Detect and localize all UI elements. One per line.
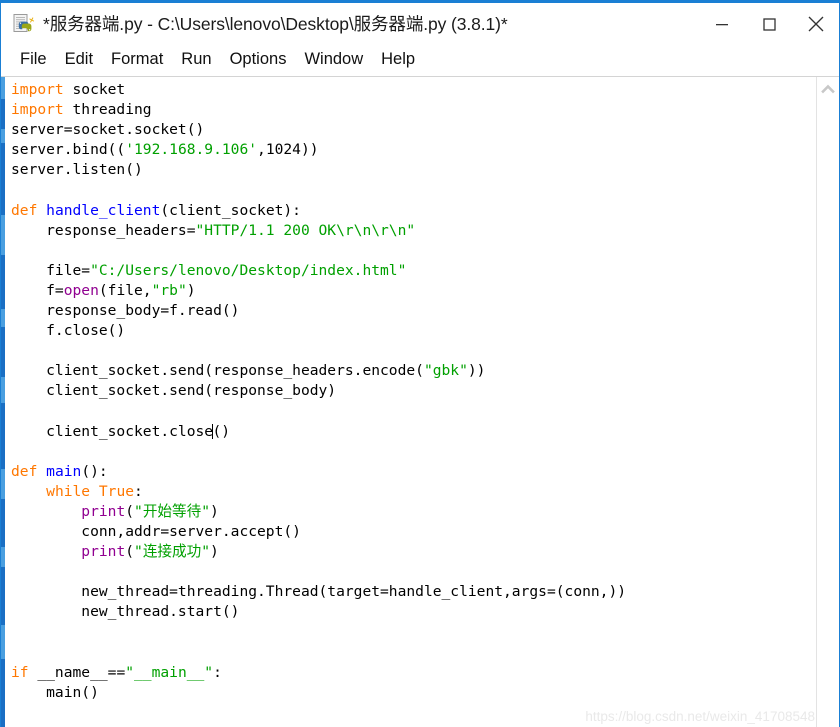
menu-item-format[interactable]: Format [102, 48, 172, 72]
title-bar[interactable]: *服务器端.py - C:\Users\lenovo\Desktop\服务器端.… [1, 3, 839, 44]
text-caret [212, 423, 214, 439]
chevron-up-icon[interactable] [821, 84, 835, 94]
source-code[interactable]: import socket import threading server=so… [5, 80, 816, 703]
menu-item-options[interactable]: Options [221, 48, 296, 72]
python-file-icon [13, 13, 35, 35]
menu-item-window[interactable]: Window [295, 48, 372, 72]
window-controls [698, 3, 839, 44]
close-button[interactable] [792, 3, 839, 44]
menu-item-edit[interactable]: Edit [56, 48, 102, 72]
menu-item-file[interactable]: File [11, 48, 56, 72]
maximize-icon [762, 17, 776, 31]
code-text-region[interactable]: import socket import threading server=so… [5, 77, 816, 727]
menu-item-help[interactable]: Help [372, 48, 424, 72]
idle-editor-window: *服务器端.py - C:\Users\lenovo\Desktop\服务器端.… [0, 0, 840, 727]
minimize-icon [715, 23, 728, 25]
maximize-button[interactable] [745, 3, 792, 44]
minimize-button[interactable] [698, 3, 745, 44]
vertical-scrollbar[interactable] [816, 77, 839, 727]
editor-area: import socket import threading server=so… [1, 76, 839, 727]
window-title: *服务器端.py - C:\Users\lenovo\Desktop\服务器端.… [43, 14, 508, 34]
menu-bar: File Edit Format Run Options Window Help [1, 44, 839, 76]
close-icon [808, 16, 823, 31]
menu-item-run[interactable]: Run [172, 48, 220, 72]
